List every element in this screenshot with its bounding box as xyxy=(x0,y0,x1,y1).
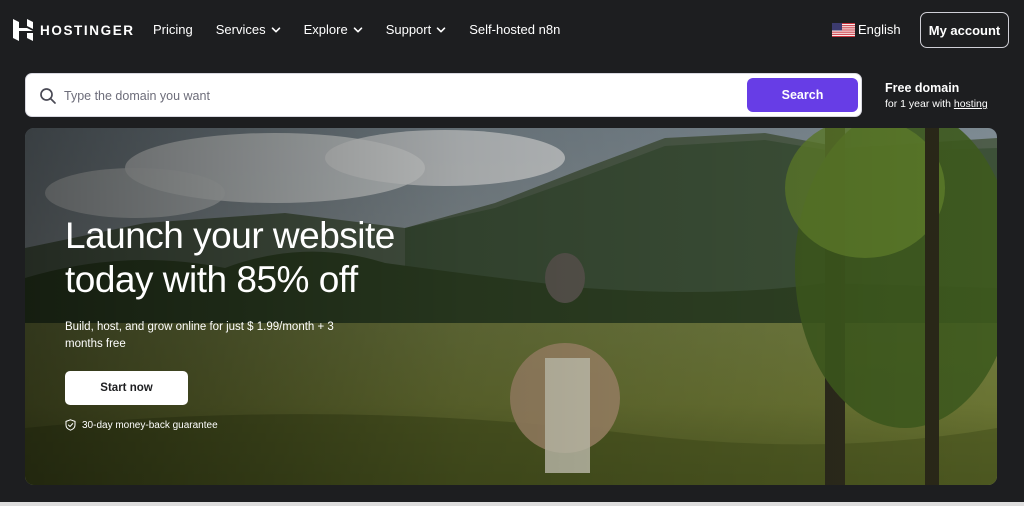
search-button[interactable]: Search xyxy=(747,78,858,112)
hero-title-line-1: Launch your website xyxy=(65,215,395,256)
chevron-down-icon xyxy=(353,26,362,32)
chevron-down-icon xyxy=(436,26,446,32)
nav-pricing-label: Pricing xyxy=(153,22,193,37)
nav-support[interactable]: Support xyxy=(386,22,447,37)
nav-self-hosted-n8n-label: Self-hosted n8n xyxy=(469,22,561,37)
search-icon xyxy=(40,88,56,104)
hero-subtitle: Build, host, and grow online for just $ … xyxy=(65,321,334,350)
hero-banner: Launch your website today with 85% off B… xyxy=(25,128,997,485)
free-domain-subtitle: for 1 year with hosting xyxy=(885,98,988,110)
money-back-guarantee: 30-day money-back guarantee xyxy=(65,419,435,431)
us-flag-icon xyxy=(832,22,855,37)
domain-search-bar: Search xyxy=(25,73,862,117)
free-domain-promo: Free domain for 1 year with hosting xyxy=(885,81,988,110)
language-selector[interactable]: English xyxy=(832,22,901,37)
nav-pricing[interactable]: Pricing xyxy=(153,22,193,37)
hostinger-logo-icon xyxy=(13,19,33,41)
hostinger-logo[interactable]: HOSTINGER xyxy=(13,19,135,41)
nav-services-label: Services xyxy=(215,22,266,37)
domain-search-input[interactable] xyxy=(64,83,754,109)
nav-links: Pricing Services Explore Support Self-ho… xyxy=(153,22,583,37)
start-now-button[interactable]: Start now xyxy=(65,371,188,405)
shield-check-icon xyxy=(65,419,76,431)
nav-explore[interactable]: Explore xyxy=(304,22,363,37)
brand-name: HOSTINGER xyxy=(40,22,135,38)
guarantee-text: 30-day money-back guarantee xyxy=(82,419,218,431)
top-navigation: HOSTINGER Pricing Services Explore Suppo… xyxy=(0,0,1024,62)
chevron-down-icon xyxy=(271,26,280,32)
free-domain-subtitle-text: for 1 year with xyxy=(885,98,954,110)
nav-self-hosted-n8n[interactable]: Self-hosted n8n xyxy=(469,22,560,37)
hero-title: Launch your website today with 85% off xyxy=(65,214,435,302)
nav-services[interactable]: Services xyxy=(216,22,281,37)
language-label: English xyxy=(858,22,901,37)
hero-content: Launch your website today with 85% off B… xyxy=(65,214,435,431)
hero-title-line-2: today with 85% off xyxy=(65,259,358,300)
page-bottom-edge xyxy=(0,502,1024,506)
nav-explore-label: Explore xyxy=(303,22,348,37)
hosting-link[interactable]: hosting xyxy=(954,98,988,110)
free-domain-title: Free domain xyxy=(885,81,960,95)
nav-support-label: Support xyxy=(385,22,432,37)
my-account-button[interactable]: My account xyxy=(920,12,1009,48)
